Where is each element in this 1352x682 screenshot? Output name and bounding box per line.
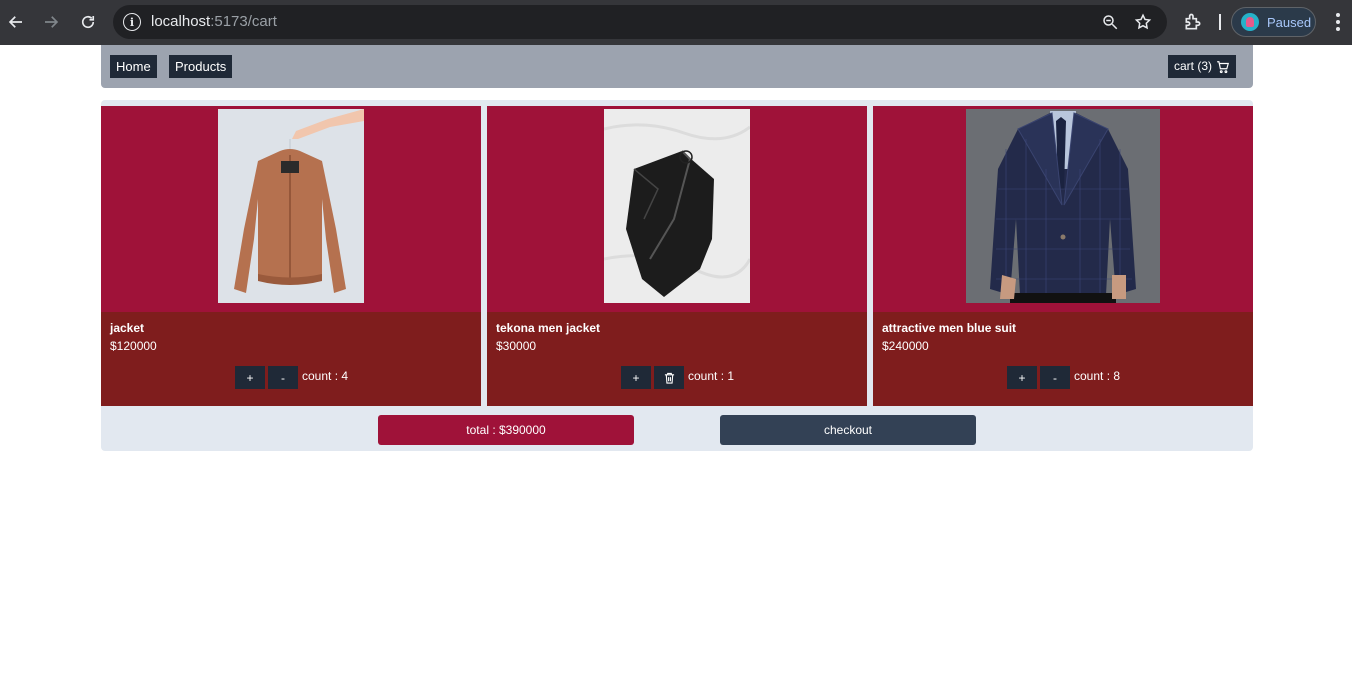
browser-toolbar: i localhost:5173/cart Paused (0, 0, 1352, 45)
quantity-controls: + - count : 8 (1007, 366, 1120, 389)
forward-icon[interactable] (40, 11, 62, 33)
item-count: count : 4 (302, 368, 349, 383)
card-image-area (873, 106, 1253, 312)
item-price: $120000 (110, 339, 157, 353)
item-count: count : 8 (1074, 368, 1121, 383)
more-menu-icon[interactable] (1330, 12, 1346, 32)
increase-button[interactable]: + (235, 366, 265, 389)
total-display: total : $390000 (378, 415, 634, 445)
cart-link-label: cart (3) (1174, 59, 1213, 73)
product-image-jacket (218, 109, 364, 303)
cart-icon (1217, 60, 1230, 73)
item-name: jacket (110, 321, 145, 335)
item-count: count : 1 (688, 368, 735, 383)
address-bar[interactable]: i localhost:5173/cart (113, 5, 1167, 39)
avatar (1241, 13, 1259, 31)
increase-button[interactable]: + (1007, 366, 1037, 389)
extensions-icon[interactable] (1183, 12, 1203, 32)
card-info-area (101, 312, 481, 406)
url-host: localhost (151, 13, 211, 30)
checkout-button[interactable]: checkout (720, 415, 976, 445)
quantity-controls: + count : 1 (621, 366, 734, 389)
site-navbar: Home Products cart (3) (101, 45, 1253, 88)
reload-icon[interactable] (77, 11, 99, 33)
profile-button[interactable]: Paused (1231, 7, 1316, 37)
quantity-controls: + - count : 4 (235, 366, 348, 389)
product-image-leather-jacket (604, 109, 750, 303)
item-name: attractive men blue suit (882, 321, 1017, 335)
item-name: tekona men jacket (496, 321, 601, 335)
item-price: $30000 (496, 339, 537, 353)
cart-container: jacket $120000 + - count : 4 tekona men … (101, 100, 1253, 451)
cart-link[interactable]: cart (3) (1168, 55, 1237, 78)
cart-item-card: jacket $120000 + - count : 4 (101, 106, 481, 406)
decrease-button[interactable]: - (268, 366, 298, 389)
item-price: $240000 (882, 339, 929, 353)
products-link[interactable]: Products (169, 55, 233, 78)
decrease-button[interactable]: - (1040, 366, 1070, 389)
bookmark-star-icon[interactable] (1134, 13, 1152, 31)
zoom-icon[interactable] (1101, 13, 1119, 31)
card-image-area (487, 106, 867, 312)
card-image-area (101, 106, 481, 312)
trash-icon (664, 372, 674, 384)
increase-button[interactable]: + (621, 366, 651, 389)
back-icon[interactable] (5, 11, 27, 33)
profile-status: Paused (1267, 14, 1312, 30)
site-info-icon[interactable]: i (123, 13, 141, 31)
delete-button[interactable] (654, 366, 684, 389)
url-path: :5173/cart (210, 13, 277, 30)
url-text[interactable]: localhost:5173/cart (151, 13, 277, 30)
toolbar-divider (1219, 14, 1221, 30)
home-link[interactable]: Home (110, 55, 157, 78)
product-image-blue-suit (966, 109, 1160, 303)
cart-item-card: attractive men blue suit $240000 + - cou… (873, 106, 1253, 406)
cart-item-card: tekona men jacket $30000 + count : 1 (487, 106, 867, 406)
